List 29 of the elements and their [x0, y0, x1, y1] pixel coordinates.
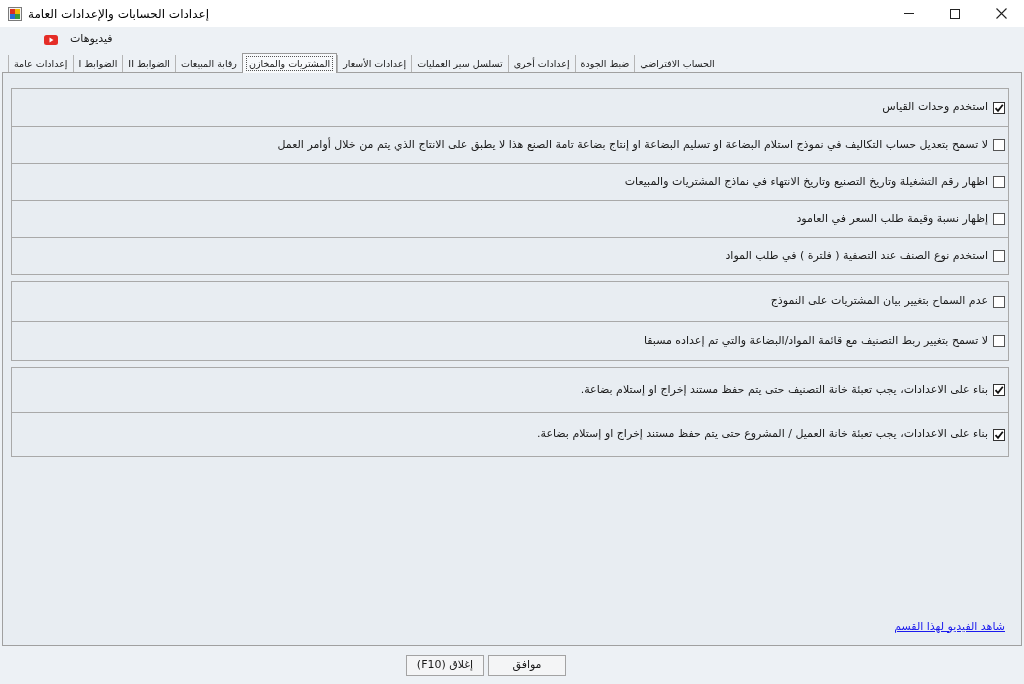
checkbox-label[interactable]: لا تسمح بتغيير ربط التصنيف مع قائمة المواد/البضاعة والتي تم إعداده مسبقا: [643, 332, 988, 350]
video-link[interactable]: شاهد الفيديو لهذا القسم: [894, 618, 1005, 635]
menu-item[interactable]: فيديوهات: [70, 31, 113, 48]
video-play-icon: [44, 34, 58, 45]
checkbox[interactable]: [993, 139, 1005, 151]
checkbox-label[interactable]: بناء على الاعدادات، يجب تعبئة خانة العميل / المشروع حتى يتم حفظ مستند إخراج او إستلام بضاعة.: [537, 426, 988, 443]
checkbox[interactable]: [993, 295, 1005, 308]
checkbox-label[interactable]: استخدم وحدات القياس: [882, 99, 988, 116]
checkbox-label[interactable]: عدم السماح بتغيير بيان المشتريات على النموذج: [770, 293, 988, 310]
checkbox-label[interactable]: إظهار نسبة وقيمة طلب السعر في العامود: [796, 210, 988, 228]
close-icon: [995, 8, 1007, 19]
checkbox[interactable]: [993, 176, 1005, 188]
window-title: إعدادات الحسابات والإعدادات العامة: [28, 5, 209, 23]
checkbox-label[interactable]: استخدم نوع الصنف عند التصفية ( فلترة ) في طلب المواد: [725, 247, 988, 265]
app-icon: [8, 6, 22, 21]
minimize-icon: [904, 13, 914, 14]
checkbox[interactable]: [993, 101, 1005, 114]
checkbox-label[interactable]: بناء على الاعدادات، يجب تعبئة خانة التصنيف حتى يتم حفظ مستند إخراج او إستلام بضاعة.: [580, 381, 988, 399]
checkbox[interactable]: [993, 250, 1005, 262]
checkbox-label[interactable]: لا تسمح بتعديل حساب التكاليف في نموذج استلام البضاعة او تسليم البضاعة او إنتاج بضاعة تامة الصنع هذا لا يطبق على الانتاج الذي يتم من خلال أوامر العمل: [277, 136, 988, 154]
checkbox[interactable]: [993, 384, 1005, 396]
checkbox[interactable]: [993, 213, 1005, 225]
checkbox[interactable]: [993, 335, 1005, 347]
checkbox[interactable]: [993, 428, 1005, 441]
dialog-button[interactable]: إغلاق (F10): [406, 654, 484, 676]
maximize-icon: [950, 8, 960, 19]
tab[interactable]: المشتريات والمخازن: [241, 53, 338, 73]
checkbox-label[interactable]: اظهار رقم التشغيلة وتاريخ التصنيع وتاريخ الانتهاء في نماذج المشتريات والمبيعات: [624, 173, 988, 191]
dialog-button[interactable]: موافق: [488, 654, 566, 676]
